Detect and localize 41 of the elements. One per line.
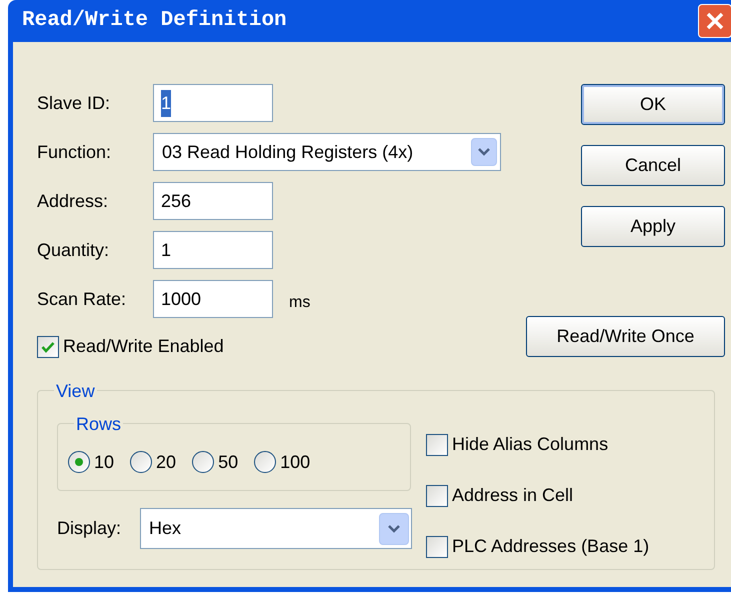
checkbox[interactable]: [426, 434, 448, 456]
input-field[interactable]: 256: [153, 182, 273, 220]
dialog-button[interactable]: Apply: [581, 206, 725, 247]
checkbox[interactable]: [426, 484, 448, 506]
window-title: Read/Write Definition: [22, 8, 287, 34]
field-value: 1: [161, 90, 172, 116]
dialog-button[interactable]: OK: [581, 84, 725, 125]
input-field[interactable]: 1000: [153, 280, 273, 318]
radio-option[interactable]: 50: [192, 448, 238, 476]
display-label: Display:: [57, 517, 122, 540]
field-label: Quantity:: [37, 238, 110, 262]
field-value: 1: [161, 238, 172, 262]
display-dropdown[interactable]: Hex: [140, 508, 412, 549]
field-value: 256: [161, 190, 192, 212]
checkbox[interactable]: [37, 336, 59, 358]
radio-button[interactable]: [192, 451, 214, 473]
radio-button[interactable]: [130, 451, 152, 473]
field-label: Scan Rate:: [37, 288, 128, 310]
input-field[interactable]: 1: [153, 84, 273, 122]
checkbox-label: Hide Alias Columns: [452, 433, 608, 456]
radio-button[interactable]: [254, 451, 276, 473]
checkbox-label: Address in Cell: [452, 484, 574, 507]
dialog-button[interactable]: Cancel: [581, 145, 725, 186]
close-button[interactable]: [698, 4, 731, 38]
field-label: Slave ID:: [37, 92, 112, 114]
check-icon: [41, 340, 55, 352]
radio-option[interactable]: 20: [130, 448, 176, 476]
checkbox-label: Read/Write Enabled: [63, 335, 224, 358]
unit-label: ms: [289, 293, 310, 313]
input-field[interactable]: 1: [153, 231, 273, 269]
radio-option[interactable]: 10: [68, 448, 114, 476]
checkbox[interactable]: [426, 536, 448, 558]
function-dropdown[interactable]: 03 Read Holding Registers (4x): [153, 133, 501, 171]
read-write-once-button[interactable]: Read/Write Once: [526, 316, 725, 357]
close-icon: [705, 11, 725, 31]
radio-option[interactable]: 100: [254, 448, 310, 476]
field-label: Address:: [37, 190, 110, 212]
field-value: 1000: [161, 288, 202, 310]
radio-button[interactable]: [68, 451, 90, 473]
checkbox-label: PLC Addresses (Base 1): [452, 535, 650, 558]
field-label: Function:: [37, 140, 112, 164]
